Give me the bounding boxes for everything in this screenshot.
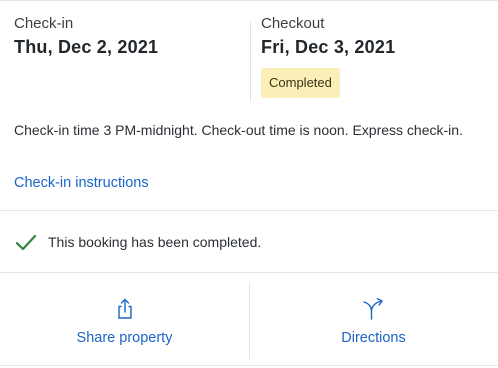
section-divider bbox=[0, 210, 498, 211]
action-bar: Share property Directions bbox=[0, 283, 498, 359]
booking-status: This booking has been completed. bbox=[14, 230, 261, 254]
check-icon bbox=[15, 234, 37, 251]
checkin-date: Thu, Dec 2, 2021 bbox=[14, 37, 159, 57]
checkout-date: Fri, Dec 3, 2021 bbox=[261, 37, 396, 57]
status-text: This booking has been completed. bbox=[48, 234, 262, 250]
share-property-label: Share property bbox=[76, 330, 173, 346]
share-icon bbox=[117, 298, 132, 319]
directions-icon bbox=[362, 298, 383, 320]
directions-label: Directions bbox=[341, 330, 406, 346]
booking-dates: Check-in Thu, Dec 2, 2021 Checkout Fri, … bbox=[0, 14, 498, 102]
checkin-policy-text: Check-in time 3 PM-midnight. Check-out t… bbox=[14, 122, 463, 138]
top-divider bbox=[0, 0, 498, 1]
checkin-column: Check-in Thu, Dec 2, 2021 bbox=[14, 14, 158, 59]
checkout-label: Checkout bbox=[261, 15, 325, 32]
checkout-column: Checkout Fri, Dec 3, 2021 Completed bbox=[261, 14, 395, 98]
bottom-divider bbox=[0, 365, 498, 366]
directions-button[interactable]: Directions bbox=[249, 283, 498, 359]
share-property-button[interactable]: Share property bbox=[0, 283, 249, 359]
dates-divider bbox=[250, 22, 251, 102]
checkin-instructions-link[interactable]: Check-in instructions bbox=[14, 174, 149, 192]
section-divider bbox=[0, 272, 498, 273]
checkin-label: Check-in bbox=[14, 15, 74, 32]
status-badge: Completed bbox=[261, 68, 340, 98]
